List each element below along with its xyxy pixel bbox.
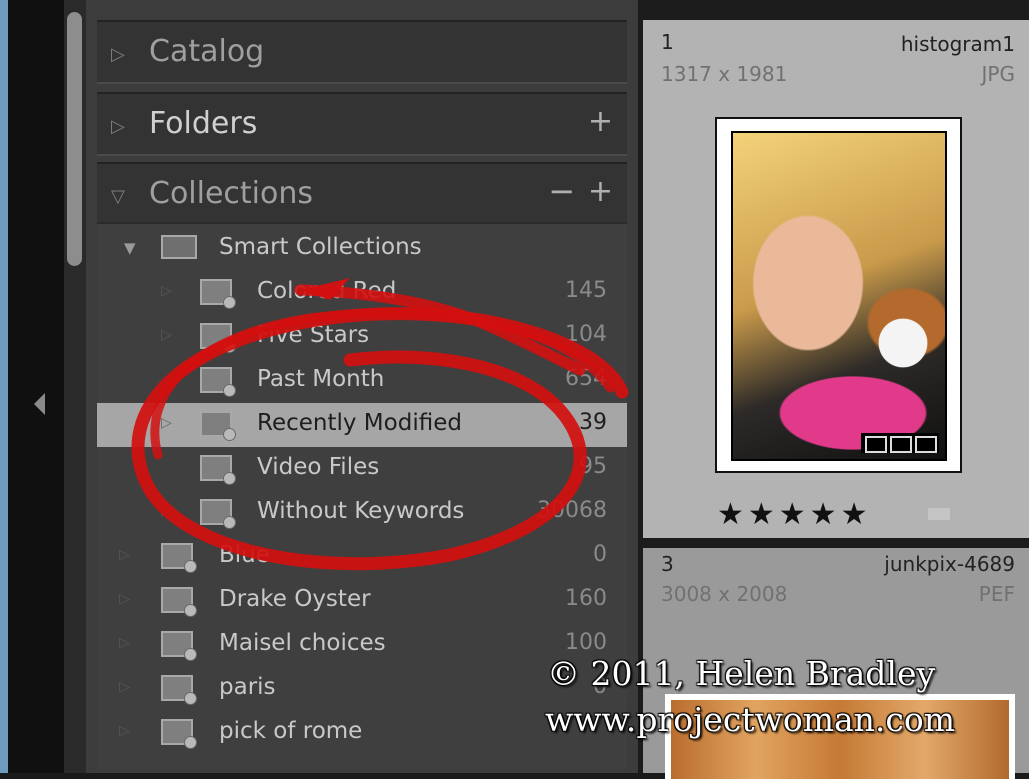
collapse-left-icon[interactable] [34,393,45,415]
smart-collection-icon [200,455,236,485]
expand-triangle-icon[interactable]: ▷ [111,116,125,137]
collection-count: 0 [593,542,607,567]
collapse-triangle-icon[interactable]: ▽ [111,186,125,207]
smart-collection-icon [200,499,236,529]
url-watermark: www.projectwoman.com [545,700,956,739]
window-edge-dark [8,0,30,773]
disclosure-icon: ▷ [161,503,172,519]
collection-count: 160 [565,586,607,611]
smart-collection-icon [200,323,236,353]
disclosure-icon: ▷ [119,635,130,651]
collection-icon [161,587,197,617]
flag-icon[interactable] [928,508,950,520]
list-item[interactable]: ▷ Five Stars 104 [97,315,627,359]
develop-badge-icon [915,436,937,453]
collection-label: Maisel choices [219,630,386,656]
cell-index: 1 [661,30,674,54]
disclosure-icon: ▷ [161,283,172,299]
panel-scrollbar-thumb[interactable] [67,12,82,266]
collection-count: 145 [565,278,607,303]
cell-dimensions: 3008 x 2008 [661,582,788,606]
disclosure-icon: ▷ [119,723,130,739]
add-collection-button[interactable]: + [588,174,613,209]
add-folder-button[interactable]: + [588,104,613,139]
cell-filetype: PEF [978,582,1015,606]
remove-collection-button[interactable]: − [548,172,575,210]
collection-icon [161,719,197,749]
cell-index: 3 [661,552,674,576]
cell-filename: histogram1 [900,32,1015,56]
collection-label: Blue [219,542,270,568]
smart-collection-icon [200,279,236,309]
smart-collection-icon [200,411,236,441]
copyright-watermark: © 2011, Helen Bradley [547,654,936,693]
cell-filename: junkpix-4689 [884,552,1015,576]
folders-panel-title: Folders [149,106,258,141]
collection-label: Drake Oyster [219,586,371,612]
collection-icon [161,543,197,573]
left-panel-collapse[interactable] [30,0,64,773]
collection-count: 30068 [537,498,607,523]
collection-label: Without Keywords [257,498,465,524]
disclosure-icon: ▷ [119,591,130,607]
expand-triangle-icon[interactable]: ▷ [111,44,125,65]
collection-label: Five Stars [257,322,370,348]
thumbnail-frame[interactable] [715,117,962,473]
collection-label: Past Month [257,366,385,392]
catalog-panel-header[interactable]: ▷ Catalog [97,20,627,84]
list-item[interactable]: ▷ Without Keywords 30068 [97,491,627,535]
collection-label: Recently Modified [257,410,462,436]
disclosure-icon: ▷ [161,327,172,343]
window-edge [0,0,8,773]
collection-icon [161,675,197,705]
crop-badge-icon [890,436,912,453]
thumbnail-badges [861,433,939,453]
collection-label: Colored Red [257,278,397,304]
smart-collections-group[interactable]: ▼ Smart Collections [97,227,627,271]
collection-count: 39 [579,410,607,435]
disclosure-icon: ▷ [161,415,172,431]
collection-count: 654 [565,366,607,391]
cell-dimensions: 1317 x 1981 [661,62,788,86]
disclosure-icon: ▷ [119,547,130,563]
smart-collections-label: Smart Collections [219,234,422,260]
metadata-badge-icon [865,436,887,453]
photo-thumbnail[interactable] [731,131,947,461]
disclosure-open-icon[interactable]: ▼ [124,239,136,257]
star-rating[interactable]: ★★★★★ [717,497,871,532]
smart-collection-icon [200,367,236,397]
collections-panel-header[interactable]: ▽ Collections − + [97,162,627,226]
cell-filetype: JPG [981,62,1015,86]
list-item[interactable]: ▷ Colored Red 145 [97,271,627,315]
collection-label: Video Files [257,454,380,480]
smart-collection-set-icon [161,235,197,259]
list-item[interactable]: ▷ Drake Oyster 160 [97,579,627,623]
disclosure-icon: ▷ [119,679,130,695]
collection-count: 100 [565,630,607,655]
list-item[interactable]: Past Month 654 [97,359,627,403]
collection-label: pick of rome [219,718,363,744]
collections-panel-title: Collections [149,176,314,211]
collection-count: 95 [579,454,607,479]
list-item[interactable]: ▷ Blue 0 [97,535,627,579]
catalog-panel-title: Catalog [149,34,265,69]
list-item-selected[interactable]: ▷ Recently Modified 39 [97,403,627,447]
collection-icon [161,631,197,661]
collection-label: paris [219,674,276,700]
folders-panel-header[interactable]: ▷ Folders + [97,92,627,156]
list-item[interactable]: Video Files 95 [97,447,627,491]
collection-count: 104 [565,322,607,347]
